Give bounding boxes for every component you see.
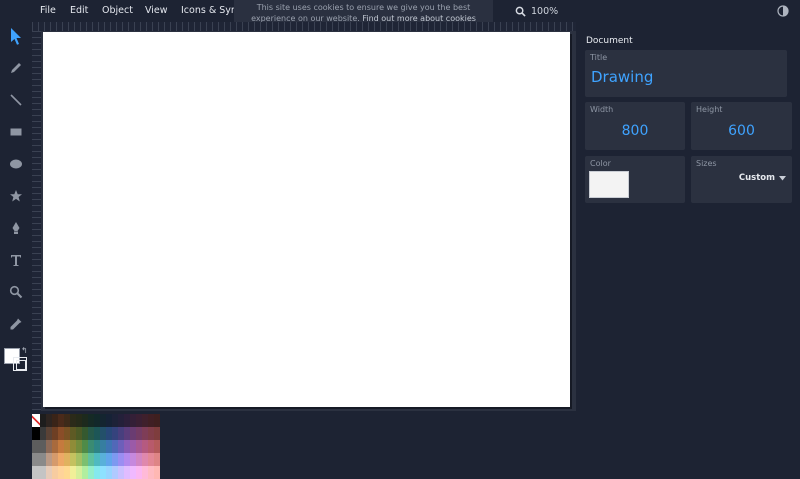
line-icon: [10, 94, 22, 106]
star-icon: [10, 190, 22, 202]
palette-swatch[interactable]: [154, 466, 160, 479]
star-tool[interactable]: [5, 185, 27, 207]
document-color-swatch[interactable]: [589, 171, 629, 198]
text-icon: [11, 255, 21, 266]
palette-swatch[interactable]: [154, 414, 160, 427]
title-label: Title: [590, 53, 608, 62]
eyedropper-tool[interactable]: [5, 313, 27, 335]
palette-swatch[interactable]: [154, 427, 160, 440]
vertical-ruler: [32, 31, 41, 411]
sizes-value: Custom: [738, 173, 775, 183]
sizes-dropdown[interactable]: Custom: [739, 173, 786, 183]
rectangle-icon: [10, 128, 22, 136]
sizes-label: Sizes: [696, 159, 717, 168]
menu-object[interactable]: Object: [102, 0, 133, 22]
select-tool[interactable]: [5, 25, 27, 47]
line-tool[interactable]: [5, 89, 27, 111]
width-field[interactable]: Width 800: [585, 102, 685, 150]
stroke-color-swatch[interactable]: [13, 357, 27, 371]
horizontal-ruler: [32, 22, 576, 31]
height-value[interactable]: 600: [691, 123, 792, 139]
width-label: Width: [590, 105, 614, 114]
menu-view[interactable]: View: [145, 0, 168, 22]
magnifier-icon: [9, 285, 23, 299]
tool-palette: [0, 22, 32, 470]
palette-swatch[interactable]: [154, 453, 160, 466]
document-panel: Document Title Drawing Width 800 Height …: [582, 30, 800, 470]
color-label: Color: [590, 159, 611, 168]
title-value[interactable]: Drawing: [591, 68, 653, 86]
palette-swatch[interactable]: [154, 440, 160, 453]
palette-swatch[interactable]: [32, 440, 40, 453]
palette-row: [32, 453, 160, 466]
magnifier-icon: [515, 6, 526, 17]
swap-colors-icon[interactable]: ↰: [21, 346, 28, 355]
contrast-icon[interactable]: [777, 5, 789, 17]
eyedropper-icon: [10, 318, 22, 330]
sizes-field[interactable]: Sizes Custom: [691, 156, 792, 203]
menu-edit[interactable]: Edit: [70, 0, 88, 22]
palette-swatch[interactable]: [32, 453, 40, 466]
no-color-swatch[interactable]: [32, 414, 40, 427]
height-label: Height: [696, 105, 723, 114]
text-tool[interactable]: [5, 249, 27, 271]
zoom-tool[interactable]: [5, 281, 27, 303]
pencil-tool[interactable]: [5, 57, 27, 79]
black-swatch[interactable]: [32, 427, 40, 440]
width-value[interactable]: 800: [585, 123, 685, 139]
cookie-text-line1: This site uses cookies to ensure we give…: [256, 3, 471, 12]
menu-file[interactable]: File: [40, 0, 56, 22]
pointer-icon: [11, 28, 21, 45]
palette-row: [32, 440, 160, 453]
color-palette: [32, 414, 160, 479]
height-field[interactable]: Height 600: [691, 102, 792, 150]
palette-row: [32, 414, 160, 427]
palette-swatch[interactable]: [32, 466, 40, 479]
drawing-canvas[interactable]: [43, 32, 570, 407]
chevron-down-icon: [779, 175, 786, 180]
pen-tool[interactable]: [5, 217, 27, 239]
ellipse-icon: [10, 159, 22, 169]
zoom-level: 100%: [531, 6, 559, 17]
color-field[interactable]: Color: [585, 156, 685, 203]
ellipse-tool[interactable]: [5, 153, 27, 175]
palette-row: [32, 466, 160, 479]
palette-row: [32, 427, 160, 440]
zoom-control[interactable]: 100%: [515, 4, 558, 19]
pen-icon: [12, 222, 20, 234]
rectangle-tool[interactable]: [5, 121, 27, 143]
panel-heading: Document: [586, 36, 633, 46]
title-field[interactable]: Title Drawing: [585, 50, 787, 97]
pencil-icon: [11, 63, 21, 73]
